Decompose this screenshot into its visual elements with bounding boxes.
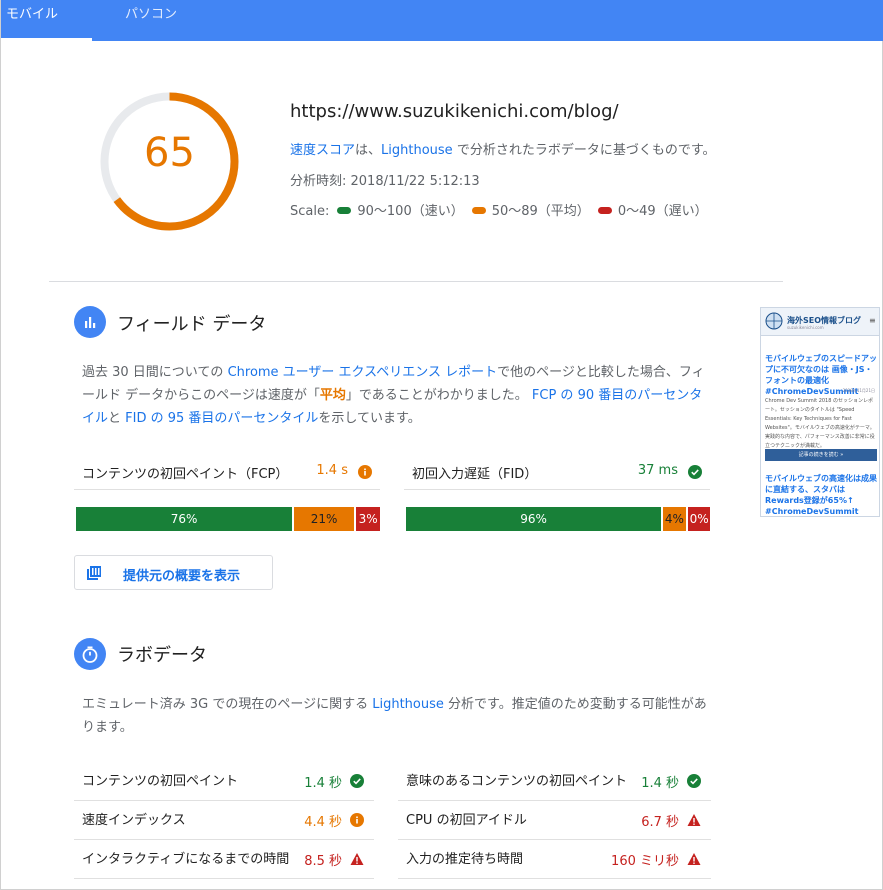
lab-metric-row: 意味のあるコンテンツの初回ペイント 1.4 秒 (398, 762, 711, 801)
fcp-field-metric: コンテンツの初回ペイント（FCP） 1.4 s (74, 454, 380, 490)
widget-logo-subtitle: suzukikenichi.com (787, 325, 824, 330)
metric-label: 速度インデックス (82, 813, 186, 828)
metric-label: 入力の推定待ち時間 (406, 852, 524, 867)
speed-score-link[interactable]: 速度スコア (290, 143, 355, 158)
menu-icon[interactable]: ≡ (869, 316, 876, 325)
scale-fast: 90〜100（速い） (357, 204, 464, 219)
library-icon (87, 566, 101, 580)
check-icon (688, 465, 702, 479)
para-text: 」であることがわかりました。 (345, 388, 532, 403)
metric-value: 1.4 秒 (641, 776, 679, 791)
performance-score: 65 (144, 130, 195, 176)
check-icon (350, 774, 364, 788)
metric-value: 4.4 秒 (304, 815, 342, 830)
widget-header: 海外SEO情報ブログ suzukikenichi.com ≡ (761, 308, 879, 336)
desc-text: は、 (355, 143, 382, 158)
metric-value: 160 ミリ秒 (611, 854, 679, 869)
slow-legend-pill (597, 207, 612, 214)
check-icon (687, 774, 701, 788)
fid-percentile-link[interactable]: FID の 95 番目のパーセンタイル (125, 411, 318, 426)
metric-value: 1.4 秒 (304, 776, 342, 791)
fast-share-bar: 96% (406, 507, 662, 531)
metric-label: コンテンツの初回ペイント (82, 774, 239, 789)
fid-field-metric: 初回入力遅延（FID） 37 ms (404, 454, 710, 490)
metric-label: CPU の初回アイドル (406, 813, 527, 828)
widget-article-date: 2018年11月21日 (842, 388, 875, 393)
metric-value: 8.5 秒 (304, 854, 342, 869)
show-origin-summary-button[interactable]: 提供元の概要を表示 (74, 555, 273, 590)
metric-label: コンテンツの初回ペイント（FCP） (82, 467, 289, 482)
scale-label: Scale: (290, 204, 330, 219)
lighthouse-link[interactable]: Lighthouse (372, 697, 444, 712)
speed-verdict: 平均 (319, 388, 346, 403)
analysis-time: 分析時刻: 2018/11/22 5:12:13 (290, 174, 480, 189)
tab-mobile[interactable]: モバイル (6, 0, 58, 41)
info-icon (358, 465, 372, 479)
para-text: と (108, 411, 126, 426)
metric-value: 6.7 秒 (641, 815, 679, 830)
score-scale: Scale: 90〜100（速い） 50〜89（平均） 0〜49（遅い） (290, 200, 708, 219)
info-icon (350, 813, 364, 827)
lab-metric-row: インタラクティブになるまでの時間 8.5 秒 (74, 840, 374, 879)
lab-metric-row: CPU の初回アイドル 6.7 秒 (398, 801, 711, 840)
desc-text: で分析されたラボデータに基づくものです。 (452, 143, 716, 158)
widget-article-title[interactable]: モバイルウェブの高速化は成果に直結する、スタバはRewards登録が65%↑ #… (765, 473, 877, 516)
lab-metric-row: コンテンツの初回ペイント 1.4 秒 (74, 762, 374, 801)
slow-share-bar: 3% (355, 507, 381, 531)
tab-bar: モバイル パソコン (1, 0, 883, 41)
lab-data-description: エミュレート済み 3G での現在のページに関する Lighthouse 分析です… (82, 693, 707, 739)
fast-share-bar: 76% (76, 507, 293, 531)
scale-slow: 0〜49（遅い） (617, 204, 708, 219)
warning-icon (687, 814, 701, 826)
metric-value: 37 ms (637, 463, 678, 478)
warning-icon (350, 853, 364, 865)
tab-desktop[interactable]: パソコン (125, 0, 177, 41)
metric-label: インタラクティブになるまでの時間 (82, 852, 290, 867)
divider (49, 281, 783, 282)
scale-average: 50〜89（平均） (491, 204, 590, 219)
warning-icon (687, 853, 701, 865)
field-data-title: フィールド データ (117, 314, 267, 335)
average-legend-pill (471, 207, 486, 214)
fast-legend-pill (337, 207, 352, 214)
stopwatch-icon (74, 638, 106, 670)
para-text: 過去 30 日間についての (82, 365, 228, 380)
para-text: を示しています。 (318, 411, 421, 426)
globe-icon (765, 312, 783, 330)
lighthouse-link[interactable]: Lighthouse (381, 143, 453, 158)
crux-link[interactable]: Chrome ユーザー エクスペリエンス レポート (228, 365, 498, 380)
average-share-bar: 4% (663, 507, 686, 531)
field-data-description: 過去 30 日間についての Chrome ユーザー エクスペリエンス レポートで… (82, 361, 707, 430)
slow-share-bar: 0% (687, 507, 711, 531)
para-text: エミュレート済み 3G での現在のページに関する (82, 697, 373, 712)
lab-metric-row: 入力の推定待ち時間 160 ミリ秒 (398, 840, 711, 879)
active-tab-indicator (1, 38, 92, 41)
lab-metric-row: 速度インデックス 4.4 秒 (74, 801, 374, 840)
metric-label: 初回入力遅延（FID） (412, 467, 538, 482)
lab-data-title: ラボデータ (117, 645, 207, 666)
button-label: 提供元の概要を表示 (123, 569, 241, 584)
analyzed-url: https://www.suzukikenichi.com/blog/ (290, 101, 619, 122)
widget-article-excerpt: Chrome Dev Summit 2018 のセッションレポート。セッションの… (765, 398, 875, 449)
bar-chart-icon (74, 306, 106, 338)
read-more-button[interactable]: 記事の続きを読む » (765, 449, 877, 461)
average-share-bar: 21% (294, 507, 354, 531)
blog-sidebar-widget[interactable]: 海外SEO情報ブログ suzukikenichi.com ≡ モバイルウェブのス… (760, 307, 880, 517)
score-description: 速度スコアは、Lighthouse で分析されたラボデータに基づくものです。 (290, 139, 716, 158)
metric-label: 意味のあるコンテンツの初回ペイント (406, 774, 628, 789)
metric-value: 1.4 s (316, 463, 348, 478)
